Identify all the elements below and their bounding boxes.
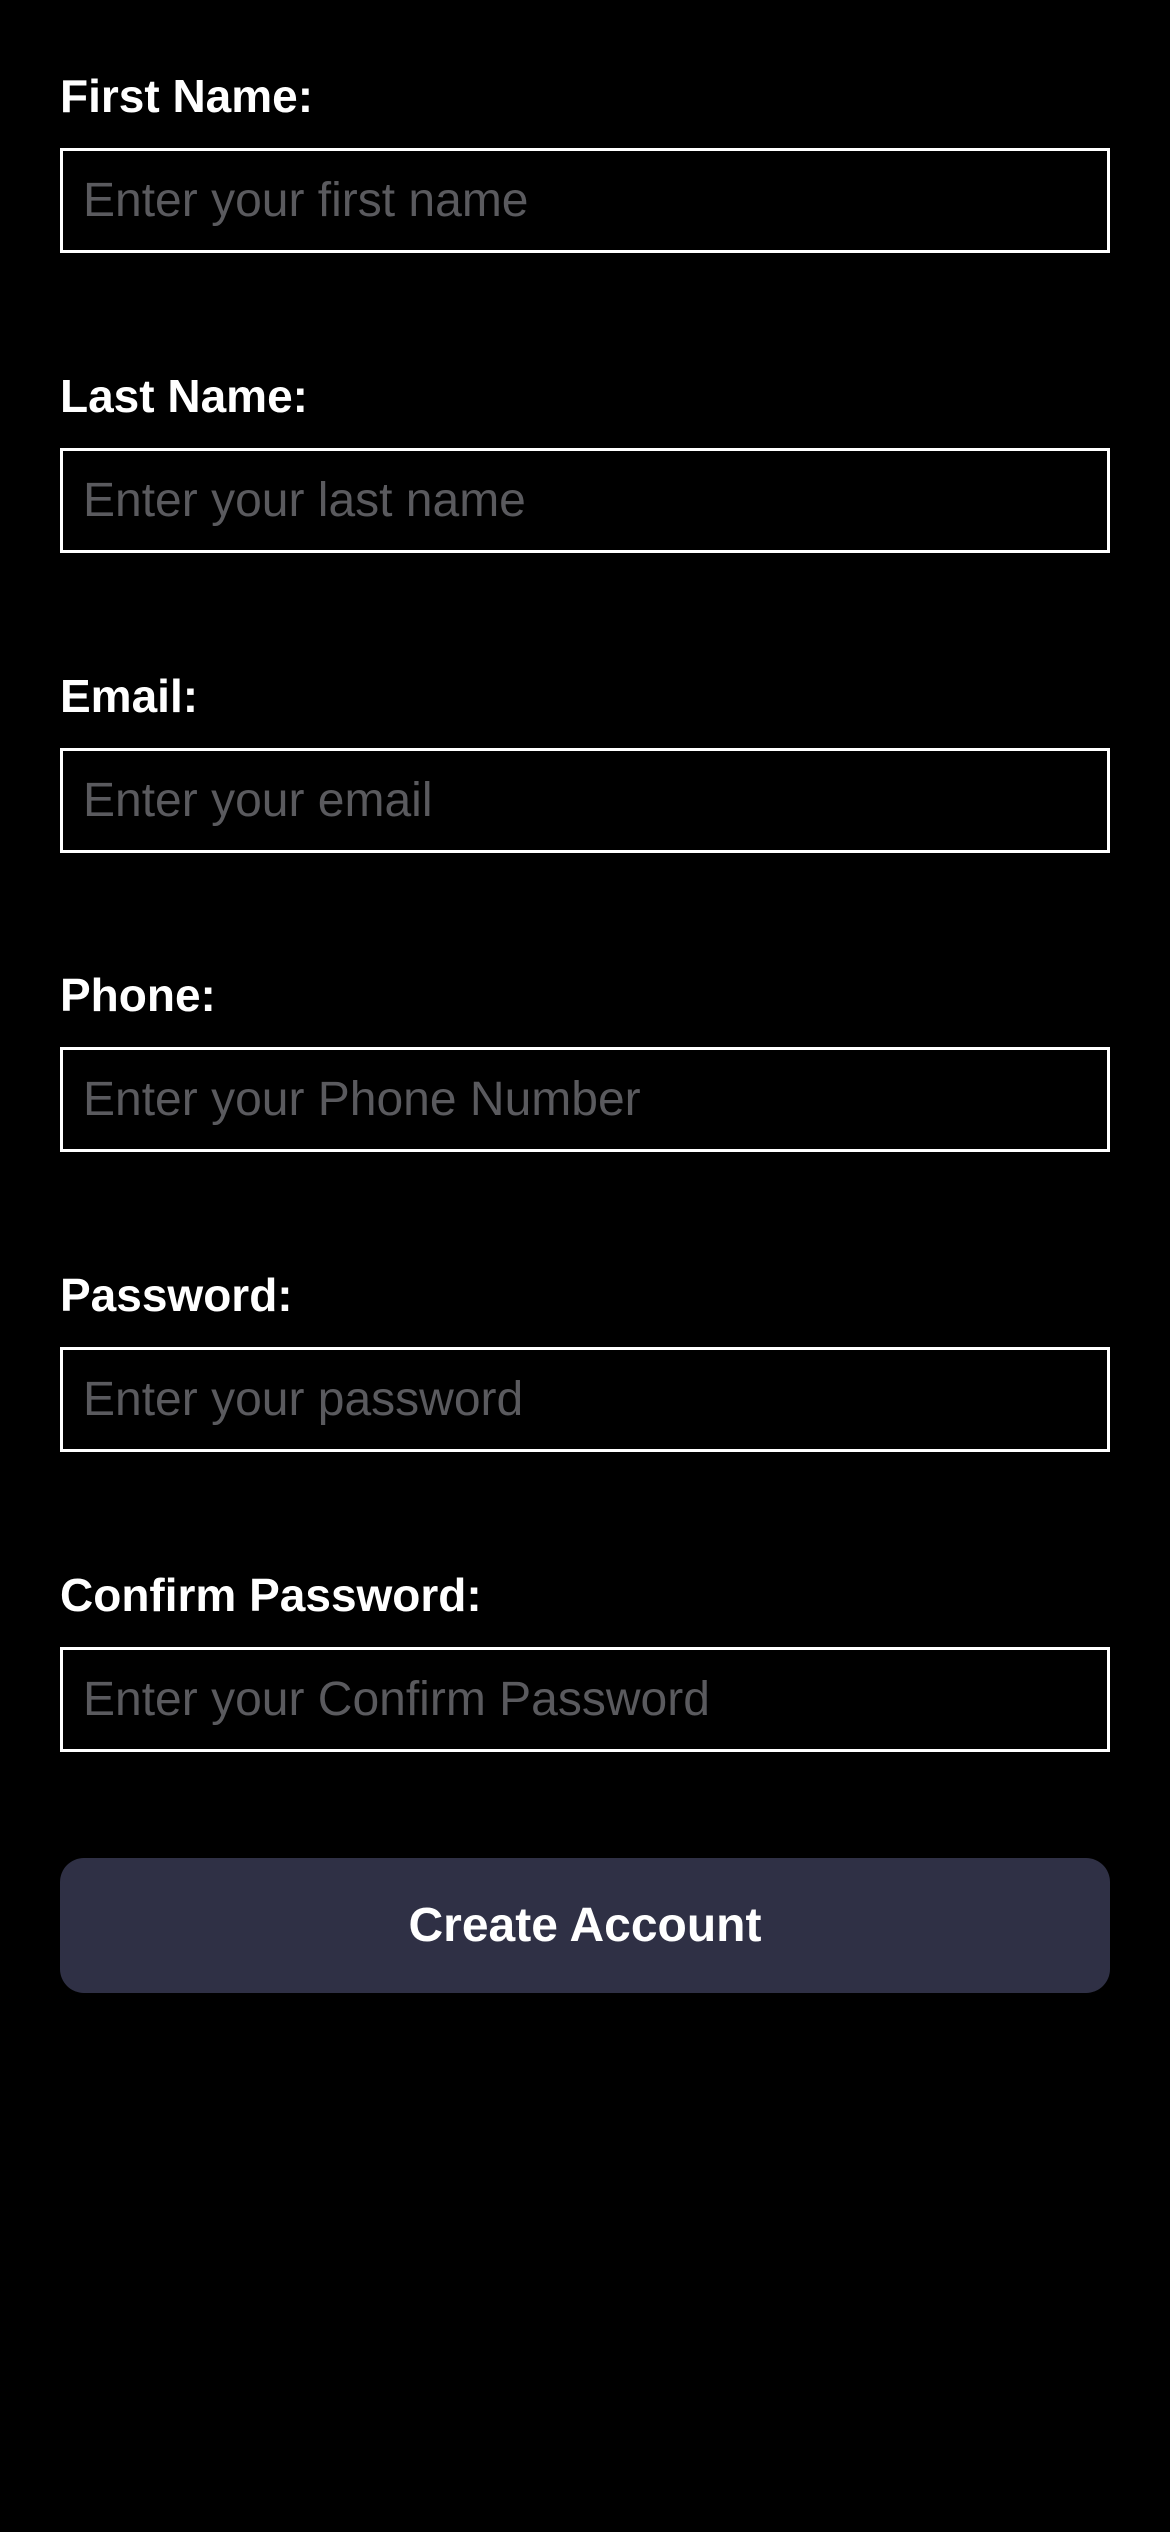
phone-input[interactable] [60, 1047, 1110, 1152]
confirm-password-label: Confirm Password: [60, 1569, 482, 1621]
phone-label: Phone: [60, 969, 216, 1021]
last-name-label: Last Name: [60, 370, 308, 422]
last-name-input[interactable] [60, 448, 1110, 553]
password-label: Password: [60, 1269, 293, 1321]
confirm-password-input[interactable] [60, 1647, 1110, 1752]
email-label: Email: [60, 670, 199, 722]
email-input[interactable] [60, 748, 1110, 853]
first-name-label: First Name: [60, 70, 314, 122]
create-account-button[interactable]: Create Account [60, 1858, 1110, 1993]
password-input[interactable] [60, 1347, 1110, 1452]
first-name-input[interactable] [60, 148, 1110, 253]
